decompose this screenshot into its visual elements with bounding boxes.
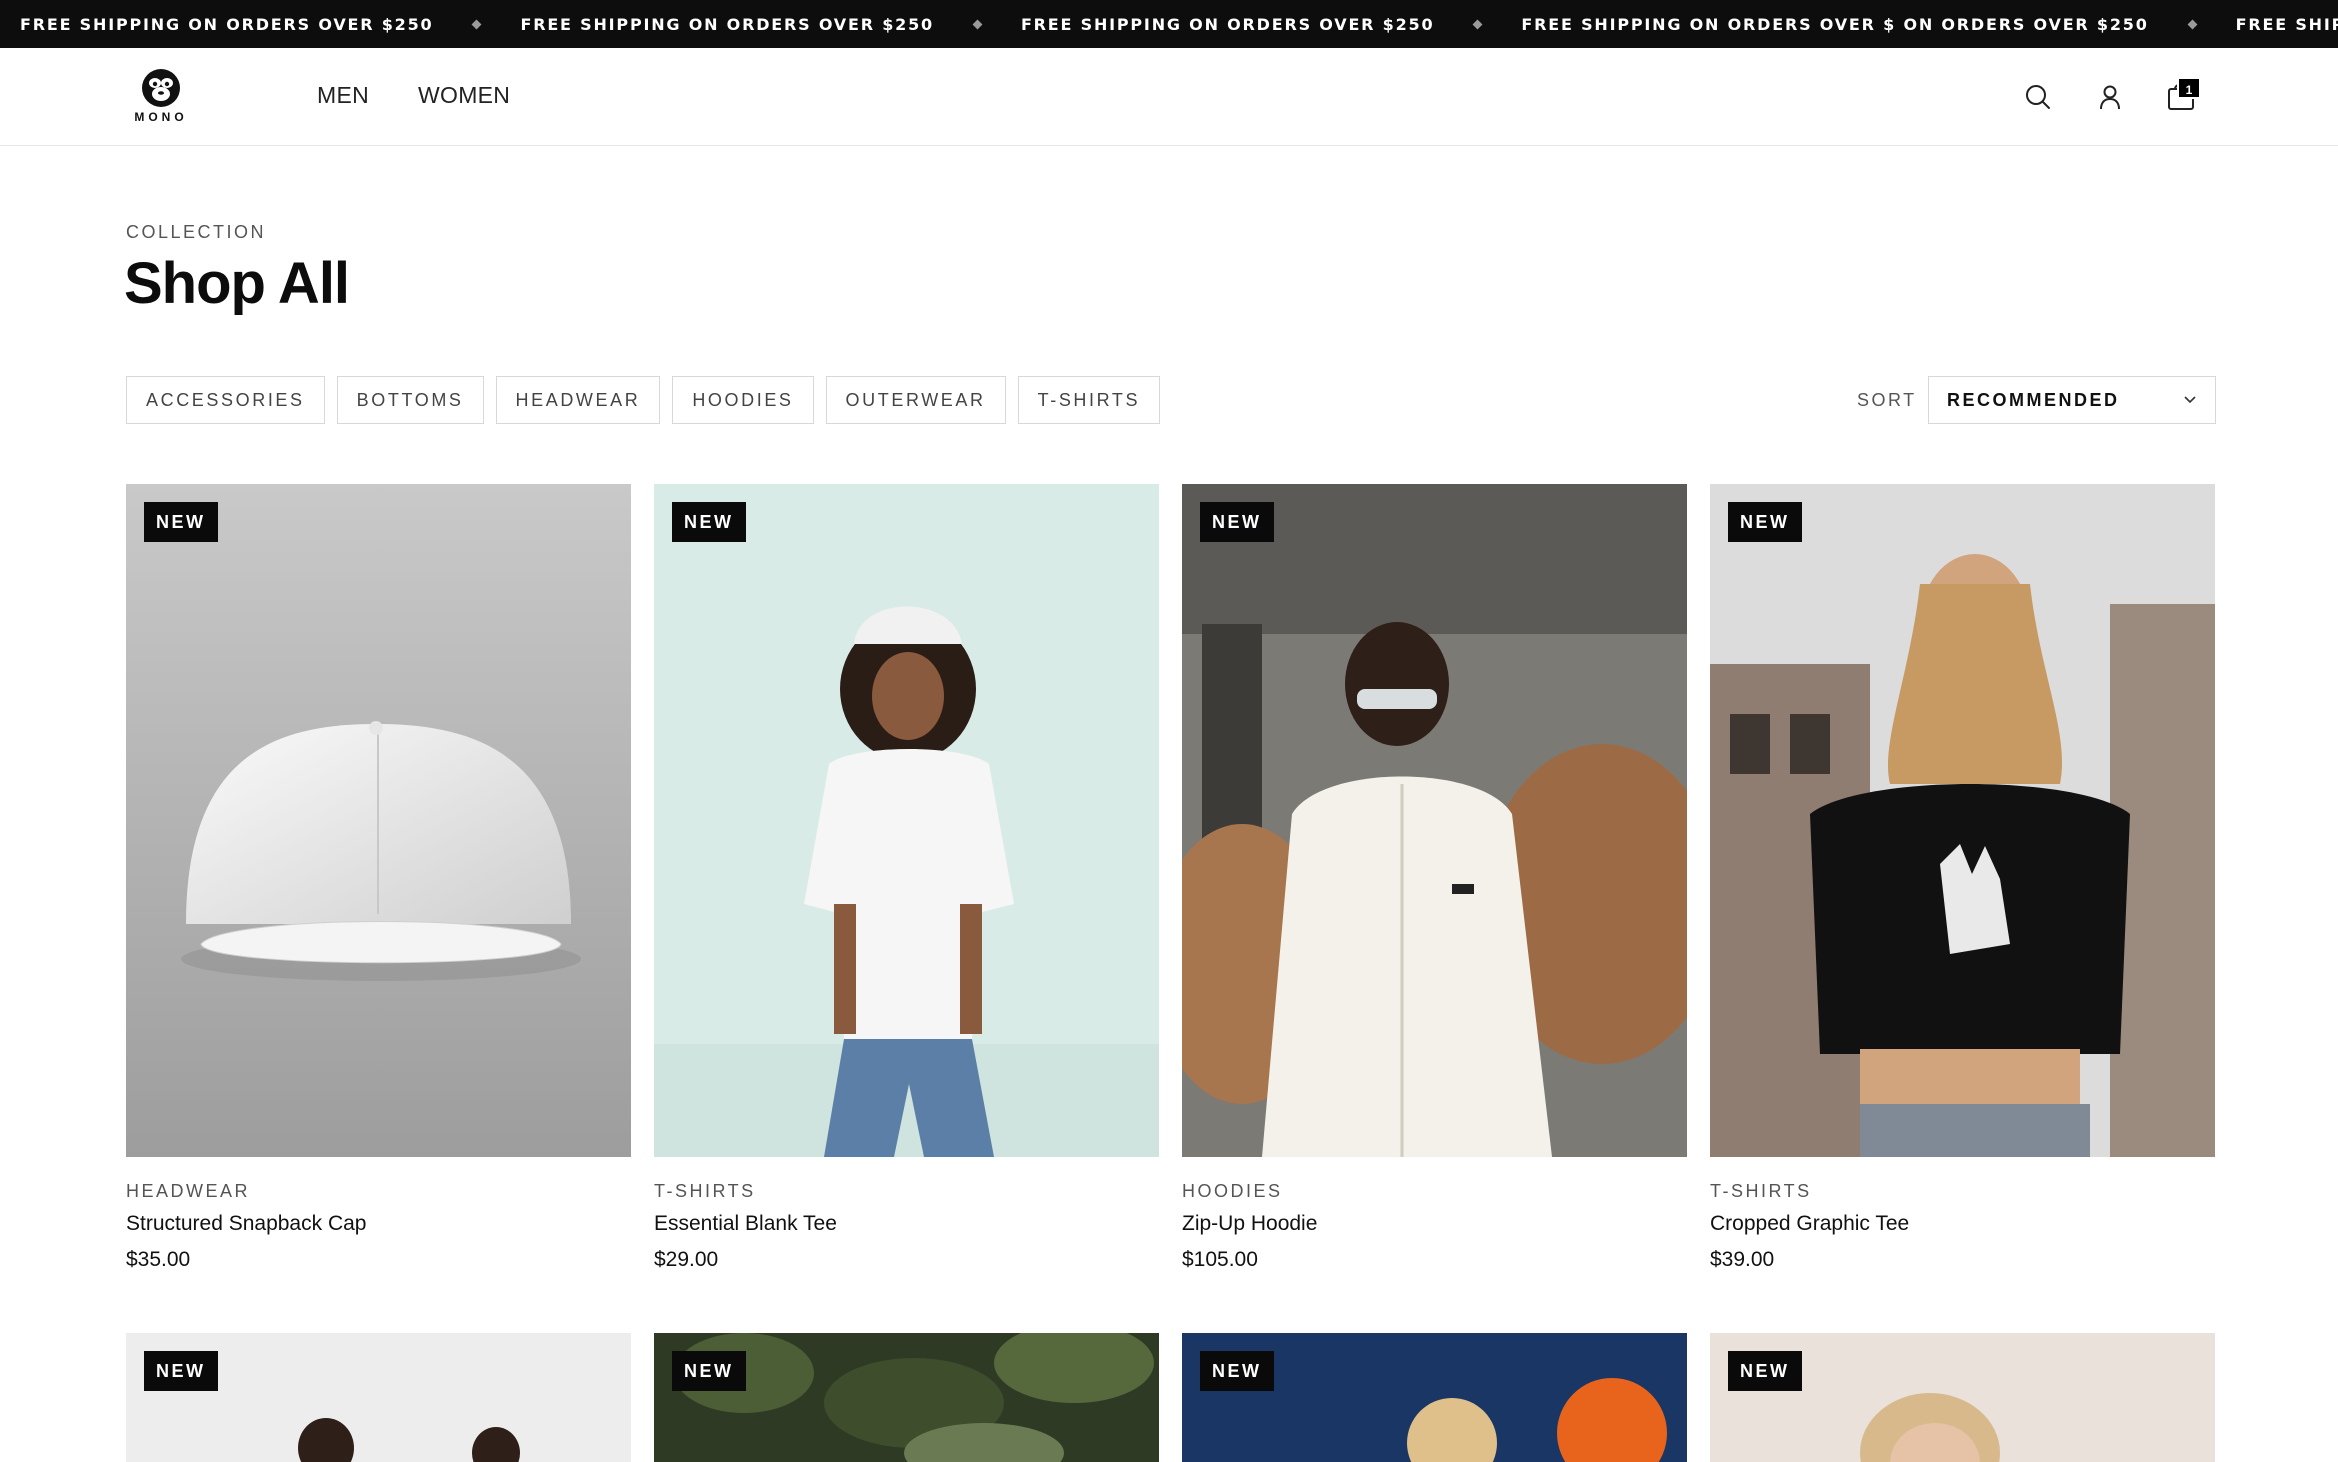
diamond-separator-icon bbox=[2187, 19, 2198, 29]
product-name[interactable]: Essential Blank Tee bbox=[654, 1212, 1159, 1236]
category-filters: ACCESSORIES BOTTOMS HEADWEAR HOODIES OUT… bbox=[126, 376, 1161, 424]
product-image[interactable]: NEW bbox=[1182, 484, 1687, 1157]
monkey-logo-icon bbox=[142, 69, 180, 107]
nav-link-men[interactable]: MEN bbox=[317, 82, 369, 109]
diamond-separator-icon bbox=[1472, 19, 1483, 29]
tee-model-photo bbox=[654, 484, 1159, 1157]
product-price: $105.00 bbox=[1182, 1248, 1258, 1271]
announcement-message: FREE SHIPPING ON ORDERS OVER $250 bbox=[20, 14, 434, 34]
product-category: HOODIES bbox=[1182, 1181, 1283, 1201]
product-card[interactable]: NEW T-SHIRTS Essential Blank Tee $29.00 bbox=[654, 484, 1159, 1272]
search-icon[interactable] bbox=[2022, 81, 2054, 113]
filter-headwear-button[interactable]: HEADWEAR bbox=[495, 376, 661, 424]
account-icon[interactable] bbox=[2094, 81, 2126, 113]
new-badge: NEW bbox=[1728, 1351, 1802, 1391]
announcement-message: FREE SHIPPING ON ORDERS OVER $250 bbox=[1020, 14, 1435, 34]
announcement-message: FREE SHIPPING ON ORDERS OVER $ ON ORDERS… bbox=[1521, 14, 2149, 34]
logo[interactable]: MONO bbox=[126, 68, 196, 130]
product-category: T-SHIRTS bbox=[1710, 1181, 1812, 1201]
product-price: $35.00 bbox=[126, 1248, 191, 1271]
product-image[interactable]: NEW bbox=[1182, 1333, 1687, 1462]
new-badge: NEW bbox=[144, 1351, 218, 1391]
product-image[interactable]: NEW bbox=[1710, 1333, 2215, 1462]
new-badge: NEW bbox=[672, 502, 746, 542]
logo-wordmark: MONO bbox=[134, 110, 188, 124]
hoodie-model-photo bbox=[1182, 484, 1687, 1157]
product-image[interactable]: NEW bbox=[654, 1333, 1159, 1462]
product-card[interactable]: NEW HOODIES Zip-Up Hoodie $105.00 bbox=[1182, 484, 1687, 1272]
collection-eyebrow: COLLECTION bbox=[126, 222, 267, 242]
filter-outerwear-button[interactable]: OUTERWEAR bbox=[825, 376, 1006, 424]
announcement-message: FREE SHIPPING ON OF bbox=[2235, 14, 2338, 34]
site-header: MONO MEN WOMEN bbox=[0, 48, 2338, 146]
new-badge: NEW bbox=[1200, 1351, 1274, 1391]
announcement-message: FREE SHIPPING ON ORDERS OVER $250 bbox=[520, 14, 934, 34]
page-title: Shop All bbox=[124, 251, 350, 316]
graphic-tee-model-photo bbox=[1710, 484, 2215, 1157]
sort-value: RECOMMENDED bbox=[1947, 389, 2120, 410]
product-card[interactable]: NEW T-SHIRTS Cropped Graphic Tee $39.00 bbox=[1710, 484, 2215, 1272]
new-badge: NEW bbox=[1728, 502, 1802, 542]
product-name[interactable]: Zip-Up Hoodie bbox=[1182, 1212, 1687, 1236]
diamond-separator-icon bbox=[472, 19, 482, 29]
product-name[interactable]: Cropped Graphic Tee bbox=[1710, 1212, 2215, 1236]
new-badge: NEW bbox=[144, 502, 218, 542]
filter-hoodies-button[interactable]: HOODIES bbox=[672, 376, 814, 424]
nav-link-women[interactable]: WOMEN bbox=[418, 82, 510, 109]
product-price: $29.00 bbox=[654, 1248, 719, 1271]
sort-dropdown[interactable]: RECOMMENDED bbox=[1928, 376, 2216, 424]
product-category: HEADWEAR bbox=[126, 1181, 251, 1201]
announcement-bar: FREE SHIPPING ON ORDERS OVER $250 FREE S… bbox=[0, 0, 2338, 48]
filter-accessories-button[interactable]: ACCESSORIES bbox=[126, 376, 325, 424]
diamond-separator-icon bbox=[972, 19, 983, 29]
product-card[interactable]: NEW HEADWEAR Structured Snapback Cap $35… bbox=[126, 484, 631, 1272]
chevron-down-icon bbox=[2184, 396, 2196, 404]
announcement-track: FREE SHIPPING ON ORDERS OVER $250 FREE S… bbox=[0, 15, 2338, 34]
filter-bottoms-button[interactable]: BOTTOMS bbox=[336, 376, 484, 424]
filter-tshirts-button[interactable]: T-SHIRTS bbox=[1017, 376, 1161, 424]
product-image[interactable]: NEW bbox=[126, 484, 631, 1157]
cap-photo bbox=[126, 484, 631, 1157]
new-badge: NEW bbox=[1200, 502, 1274, 542]
product-name[interactable]: Structured Snapback Cap bbox=[126, 1212, 631, 1236]
sort-label: SORT bbox=[1857, 390, 1917, 410]
product-image[interactable]: NEW bbox=[1710, 484, 2215, 1157]
product-image[interactable]: NEW bbox=[126, 1333, 631, 1462]
cart-count-badge: 1 bbox=[2177, 77, 2201, 99]
product-price: $39.00 bbox=[1710, 1248, 1775, 1271]
new-badge: NEW bbox=[672, 1351, 746, 1391]
product-category: T-SHIRTS bbox=[654, 1181, 756, 1201]
product-image[interactable]: NEW bbox=[654, 484, 1159, 1157]
